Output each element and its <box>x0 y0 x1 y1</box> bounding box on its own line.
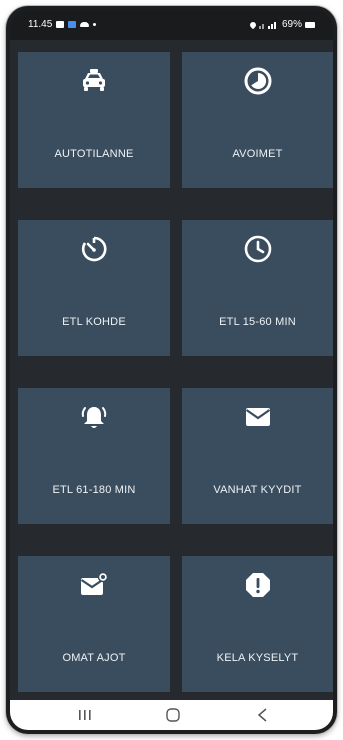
home-icon[interactable] <box>158 706 188 724</box>
tile-label: VANHAT KYYDIT <box>213 484 302 496</box>
app-screen: 11.45 69% AUTOTILANNE AVOIMET ETL KOHDE … <box>10 10 333 730</box>
exclamation-icon <box>245 573 270 597</box>
tile-label: ETL 61-180 MIN <box>52 484 136 496</box>
tile-avoimet[interactable]: AVOIMET <box>182 52 333 188</box>
clock-icon <box>244 235 271 263</box>
tile-etl-61-180[interactable]: ETL 61-180 MIN <box>18 388 170 524</box>
status-left: 11.45 <box>28 19 97 30</box>
tile-label: AUTOTILANNE <box>54 148 134 160</box>
tile-label: ETL 15-60 MIN <box>219 316 296 328</box>
battery-icon <box>305 21 315 28</box>
signal-icon <box>258 21 276 29</box>
tile-omat-ajot[interactable]: OMAT AJOT <box>18 556 170 692</box>
tile-vanhat-kyydit[interactable]: VANHAT KYYDIT <box>182 388 333 524</box>
tile-kela-kyselyt[interactable]: KELA KYSELYT <box>182 556 333 692</box>
alarm-bell-icon <box>81 407 107 428</box>
status-bar: 11.45 69% <box>10 10 333 40</box>
recent-apps-icon[interactable] <box>70 706 100 724</box>
envelope-icon <box>245 408 270 426</box>
tile-label: KELA KYSELYT <box>216 652 299 664</box>
tile-label: OMAT AJOT <box>62 652 126 664</box>
dot-icon <box>93 23 97 26</box>
back-icon[interactable] <box>248 706 278 724</box>
timer-icon <box>81 236 107 262</box>
gallery-icon <box>56 21 65 28</box>
tile-label: ETL KOHDE <box>62 316 126 328</box>
phone-app-icon <box>68 21 77 28</box>
tile-autotilanne[interactable]: AUTOTILANNE <box>18 52 170 188</box>
cloud-icon <box>80 22 90 27</box>
pie-clock-icon <box>244 67 271 95</box>
status-right: 69% <box>248 19 315 30</box>
tile-etl-kohde[interactable]: ETL KOHDE <box>18 220 170 356</box>
envelope-badge-icon <box>80 571 109 595</box>
taxi-car-icon <box>83 69 105 91</box>
navigation-bar <box>10 700 333 730</box>
tile-label: AVOIMET <box>232 148 283 160</box>
tile-etl-15-60[interactable]: ETL 15-60 MIN <box>182 220 333 356</box>
phone-frame: 11.45 69% AUTOTILANNE AVOIMET ETL KOHDE … <box>6 6 337 734</box>
battery-percent: 69% <box>281 19 302 30</box>
location-icon <box>248 20 258 29</box>
status-time: 11.45 <box>28 19 53 30</box>
